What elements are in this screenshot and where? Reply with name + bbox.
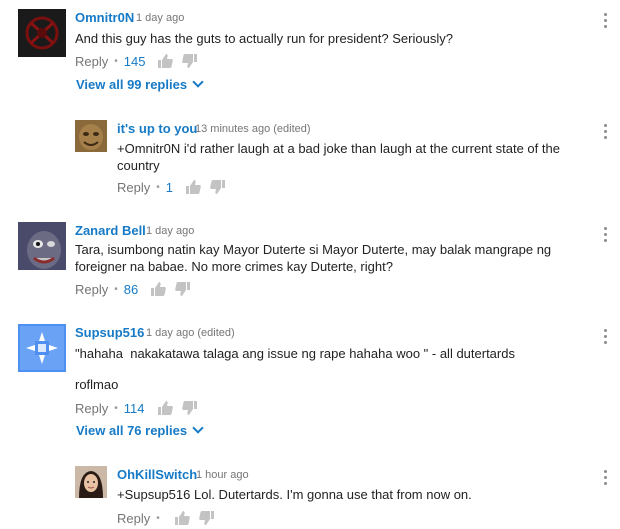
avatar[interactable] <box>18 9 66 57</box>
comment-text: +Omnitr0N i'd rather laugh at a bad joke… <box>117 141 560 173</box>
comment-author[interactable]: Zanard Bell <box>75 223 146 238</box>
comment-thread: Zanard Bell 1 day ago Tara, isumbong nat… <box>0 212 620 304</box>
comment-timestamp[interactable]: 13 minutes ago (edited) <box>195 123 311 135</box>
separator-dot: • <box>114 402 118 414</box>
thumbs-down-icon[interactable] <box>181 400 198 416</box>
avatar[interactable] <box>75 466 107 498</box>
reply-button[interactable]: Reply <box>117 180 150 195</box>
avatar[interactable] <box>18 324 66 372</box>
thumbs-down-icon[interactable] <box>182 53 198 69</box>
comment-text: Tara, isumbong natin kay Mayor Duterte s… <box>75 242 552 274</box>
comment-timestamp[interactable]: 1 day ago (edited) <box>146 327 235 339</box>
reply-button[interactable]: Reply <box>75 54 108 69</box>
reply-button[interactable]: Reply <box>117 511 150 526</box>
view-replies-button[interactable]: View all 76 replies <box>76 422 204 438</box>
thumbs-down-icon[interactable] <box>210 179 226 195</box>
avatar[interactable] <box>18 222 66 270</box>
separator-dot: • <box>156 512 160 524</box>
comment-reply: OhKillSwitch 1 hour ago +Supsup516 Lol. … <box>0 456 620 529</box>
comment-thread: Supsup516 1 day ago (edited) "hahaha nak… <box>0 314 620 444</box>
comment-timestamp[interactable]: 1 day ago <box>146 225 194 237</box>
reply-button[interactable]: Reply <box>75 401 108 416</box>
comment-timestamp[interactable]: 1 day ago <box>136 12 184 24</box>
comment-actions: Reply • 1 <box>117 179 235 195</box>
comment-actions: Reply • 145 <box>75 53 207 69</box>
thumbs-up-icon[interactable] <box>150 281 167 297</box>
comment-actions: Reply • <box>117 510 224 526</box>
like-count: 86 <box>123 281 139 297</box>
comment-actions: Reply • 86 <box>75 281 200 297</box>
thumbs-up-icon[interactable] <box>157 400 173 416</box>
more-vert-icon[interactable] <box>604 13 608 29</box>
view-replies-button[interactable]: View all 99 replies <box>76 76 204 92</box>
comment-text: "hahaha nakakatawa talaga ang issue ng r… <box>75 346 515 361</box>
reply-button[interactable]: Reply <box>75 282 108 297</box>
like-count: 145 <box>123 53 146 69</box>
chevron-down-icon <box>192 422 204 434</box>
chevron-down-icon <box>192 76 204 88</box>
comment-timestamp[interactable]: 1 hour ago <box>196 469 249 481</box>
separator-dot: • <box>114 283 118 295</box>
view-replies-label: View all 76 replies <box>76 423 188 438</box>
comment-author[interactable]: Supsup516 <box>75 325 144 340</box>
avatar[interactable] <box>75 120 107 152</box>
comment-text-line-2: roflmao <box>75 377 119 392</box>
comment-actions: Reply • 114 <box>75 400 207 416</box>
more-vert-icon[interactable] <box>604 124 608 140</box>
comment-text: +Supsup516 Lol. Dutertards. I'm gonna us… <box>117 487 472 502</box>
more-vert-icon[interactable] <box>604 470 608 486</box>
separator-dot: • <box>114 55 118 67</box>
comment-thread: Omnitr0N 1 day ago And this guy has the … <box>0 0 620 100</box>
like-count: 1 <box>165 179 173 195</box>
more-vert-icon[interactable] <box>604 329 608 345</box>
comment-author[interactable]: OhKillSwitch <box>117 467 197 482</box>
separator-dot: • <box>156 181 160 193</box>
comment-author[interactable]: Omnitr0N <box>75 10 134 25</box>
like-count: 114 <box>123 400 145 416</box>
thumbs-up-icon[interactable] <box>157 53 174 69</box>
more-vert-icon[interactable] <box>604 227 608 243</box>
thumbs-up-icon[interactable] <box>185 179 201 195</box>
comment-text: And this guy has the guts to actually ru… <box>75 31 453 46</box>
thumbs-down-icon[interactable] <box>198 510 215 526</box>
comment-reply: it's up to you 13 minutes ago (edited) +… <box>0 110 620 200</box>
thumbs-down-icon[interactable] <box>175 281 191 297</box>
thumbs-up-icon[interactable] <box>174 510 190 526</box>
comment-author[interactable]: it's up to you <box>117 121 197 136</box>
view-replies-label: View all 99 replies <box>76 77 188 92</box>
